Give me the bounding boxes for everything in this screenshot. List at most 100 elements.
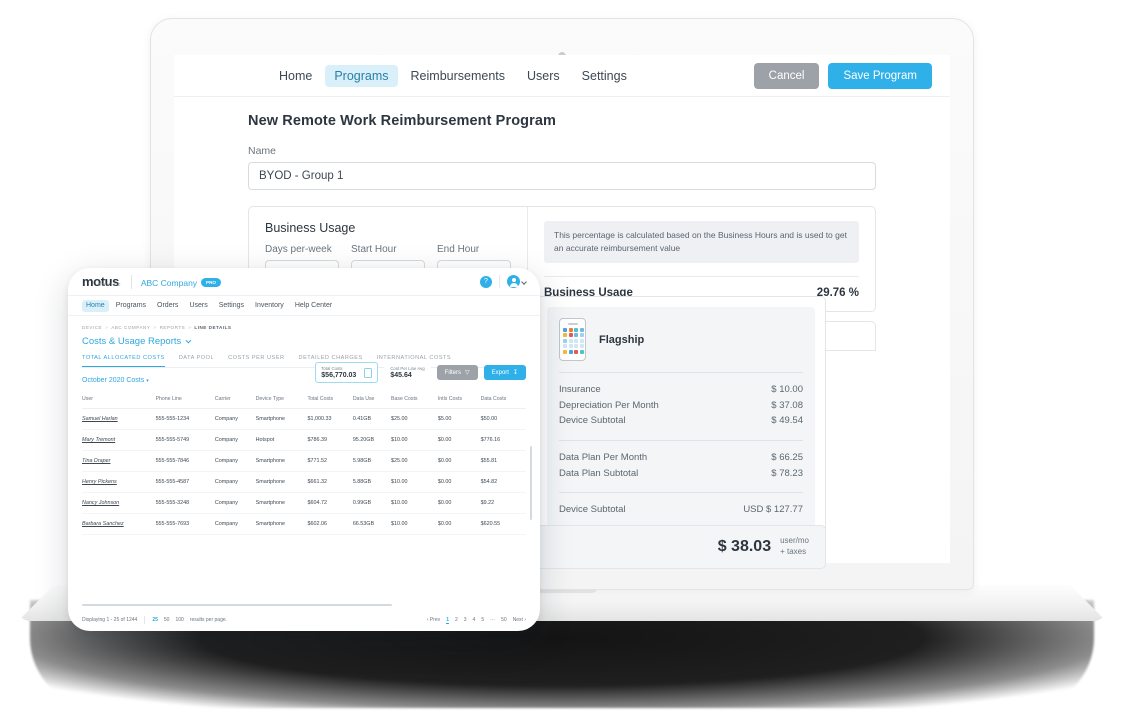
cell-user[interactable]: Henry Pickens: [82, 471, 156, 493]
column-total-costs[interactable]: Total Costs: [307, 391, 353, 409]
table-row[interactable]: Mary Tremont 555-555-5749 Company Hotspo…: [82, 429, 526, 451]
nav-item-users[interactable]: Users: [518, 65, 569, 87]
cell-user[interactable]: Mary Tremont: [82, 429, 156, 451]
estimate-line-label: Insurance: [559, 384, 601, 395]
name-label: Name: [248, 145, 277, 157]
cell-user[interactable]: Nancy Johnson: [82, 492, 156, 514]
cell-phone-line[interactable]: 555-555-4587: [155, 471, 215, 493]
days-per-week-label: Days per-week: [265, 244, 332, 255]
vertical-scrollbar[interactable]: [529, 446, 532, 520]
chevron-down-icon: [185, 337, 192, 344]
page-4[interactable]: 4: [473, 617, 476, 623]
tablet-nav-item-users[interactable]: Users: [185, 300, 211, 312]
estimate-line: Data Plan Per Month $ 66.25: [559, 450, 803, 466]
cell-device-type: Smartphone: [255, 513, 308, 535]
cell-data-use: 95.20GB: [352, 429, 391, 451]
cell-total-costs: $602.06: [307, 513, 353, 535]
month-selector[interactable]: October 2020 Costs ▾: [82, 377, 149, 384]
table-row[interactable]: Barbara Sanchez 555-555-7693 Company Sma…: [82, 513, 526, 535]
total-costs-label: Total Costs: [321, 366, 343, 371]
table-header-row: User Phone Line Carrier Device Type Tota…: [82, 391, 526, 409]
cell-user[interactable]: Tina Draper: [82, 450, 156, 472]
next-page-button[interactable]: Next ›: [513, 617, 526, 623]
motus-logo[interactable]: motus DEVICE: [82, 274, 122, 289]
cell-carrier: Company: [214, 492, 256, 514]
column-device-type[interactable]: Device Type: [255, 391, 308, 409]
cell-user[interactable]: Samuel Harlan: [82, 408, 156, 430]
tablet-nav-item-orders[interactable]: Orders: [153, 300, 182, 312]
cell-phone-line[interactable]: 555-555-5749: [155, 429, 215, 451]
export-label: Export: [491, 369, 509, 376]
breadcrumb-item[interactable]: REPORTS: [160, 325, 186, 330]
nav-item-home[interactable]: Home: [270, 65, 321, 87]
nav-item-programs[interactable]: Programs: [325, 64, 398, 87]
tablet-nav-item-programs[interactable]: Programs: [112, 300, 150, 312]
total-costs-stat: Total Costs $56,770.03: [315, 362, 379, 383]
table-row[interactable]: Henry Pickens 555-555-4587 Company Smart…: [82, 471, 526, 493]
divider: [559, 492, 803, 494]
tablet-nav-item-inventory[interactable]: Inventory: [251, 300, 288, 312]
estimate-line-value: $ 49.54: [771, 415, 803, 427]
tablet-header: motus DEVICE ABC Company PRO ?: [68, 268, 540, 296]
account-menu[interactable]: [507, 275, 527, 288]
column-phone-line[interactable]: Phone Line: [155, 391, 215, 409]
tablet-nav-item-home[interactable]: Home: [82, 299, 109, 312]
nav-item-settings[interactable]: Settings: [573, 65, 636, 87]
cell-phone-line[interactable]: 555-555-3248: [155, 492, 215, 514]
page-size-25[interactable]: 25: [152, 617, 158, 623]
prev-page-button[interactable]: ‹ Prev: [427, 617, 440, 623]
estimate-line-label: Depreciation Per Month: [559, 399, 659, 411]
cell-device-type: Smartphone: [255, 450, 308, 472]
cell-phone-line[interactable]: 555-555-7846: [155, 450, 215, 472]
reports-title[interactable]: Costs & Usage Reports: [82, 336, 526, 347]
page-2[interactable]: 2: [455, 617, 458, 623]
help-icon[interactable]: ?: [480, 275, 492, 288]
breadcrumb-item[interactable]: DEVICE: [82, 325, 102, 330]
tab-data-pool[interactable]: DATA POOL: [179, 355, 214, 367]
save-program-button[interactable]: Save Program: [828, 62, 932, 89]
cell-user[interactable]: Barbara Sanchez: [82, 513, 156, 535]
cell-base-costs: $10.00: [391, 471, 438, 493]
company-name-group[interactable]: ABC Company PRO: [141, 273, 222, 291]
page-3[interactable]: 3: [464, 617, 467, 623]
table-row[interactable]: Tina Draper 555-555-7846 Company Smartph…: [82, 450, 526, 472]
page-size-100[interactable]: 100: [175, 617, 183, 623]
cell-data-costs: $50.00: [480, 408, 526, 430]
table-row[interactable]: Nancy Johnson 555-555-3248 Company Smart…: [82, 492, 526, 514]
column-data-use[interactable]: Data Use: [352, 391, 391, 409]
cost-per-line-label: Cost Per Line Avg: [390, 366, 425, 371]
tablet-nav-item-help-center[interactable]: Help Center: [291, 300, 336, 312]
cell-phone-line[interactable]: 555-555-1234: [155, 408, 215, 430]
tablet-nav-item-settings[interactable]: Settings: [215, 300, 248, 312]
results-per-page-label: results per page.: [189, 617, 228, 623]
breadcrumb-item[interactable]: ABC COMPANY: [111, 325, 150, 330]
cell-data-costs: $55.81: [480, 450, 526, 472]
cancel-button[interactable]: Cancel: [753, 62, 820, 89]
column-intls-costs[interactable]: Intls Costs: [437, 391, 481, 409]
cell-data-costs: $776.16: [480, 429, 526, 451]
cell-total-costs: $661.32: [307, 471, 353, 493]
total-costs-value: $56,770.03: [321, 372, 357, 379]
column-base-costs[interactable]: Base Costs: [391, 391, 438, 409]
export-button[interactable]: Export ↧: [483, 365, 526, 380]
filters-button[interactable]: Filters ▽: [436, 365, 478, 380]
horizontal-scrollbar[interactable]: [82, 603, 392, 606]
page-5[interactable]: 5: [481, 617, 484, 623]
cell-total-costs: $786.39: [307, 429, 353, 451]
page-size-50[interactable]: 50: [164, 617, 170, 623]
nav-item-reimbursements[interactable]: Reimbursements: [402, 65, 514, 87]
cost-per-line-stat: Cost Per Line Avg $45.64: [384, 362, 431, 383]
column-carrier[interactable]: Carrier: [214, 391, 256, 409]
cell-device-type: Hotspot: [255, 429, 308, 451]
page-1[interactable]: 1: [446, 617, 449, 624]
program-name-input[interactable]: [248, 162, 876, 190]
divider: [559, 440, 803, 442]
cell-phone-line[interactable]: 555-555-7693: [155, 513, 215, 535]
tab-total-allocated-costs[interactable]: TOTAL ALLOCATED COSTS: [82, 355, 165, 367]
tab-costs-per-user[interactable]: COSTS PER USER: [228, 355, 284, 367]
table-row[interactable]: Samuel Harlan 555-555-1234 Company Smart…: [82, 408, 526, 430]
tablet-header-actions: ?: [480, 275, 527, 288]
cell-carrier: Company: [214, 471, 256, 493]
column-data-costs[interactable]: Data Costs: [480, 391, 526, 409]
page-50[interactable]: 50: [501, 617, 507, 623]
